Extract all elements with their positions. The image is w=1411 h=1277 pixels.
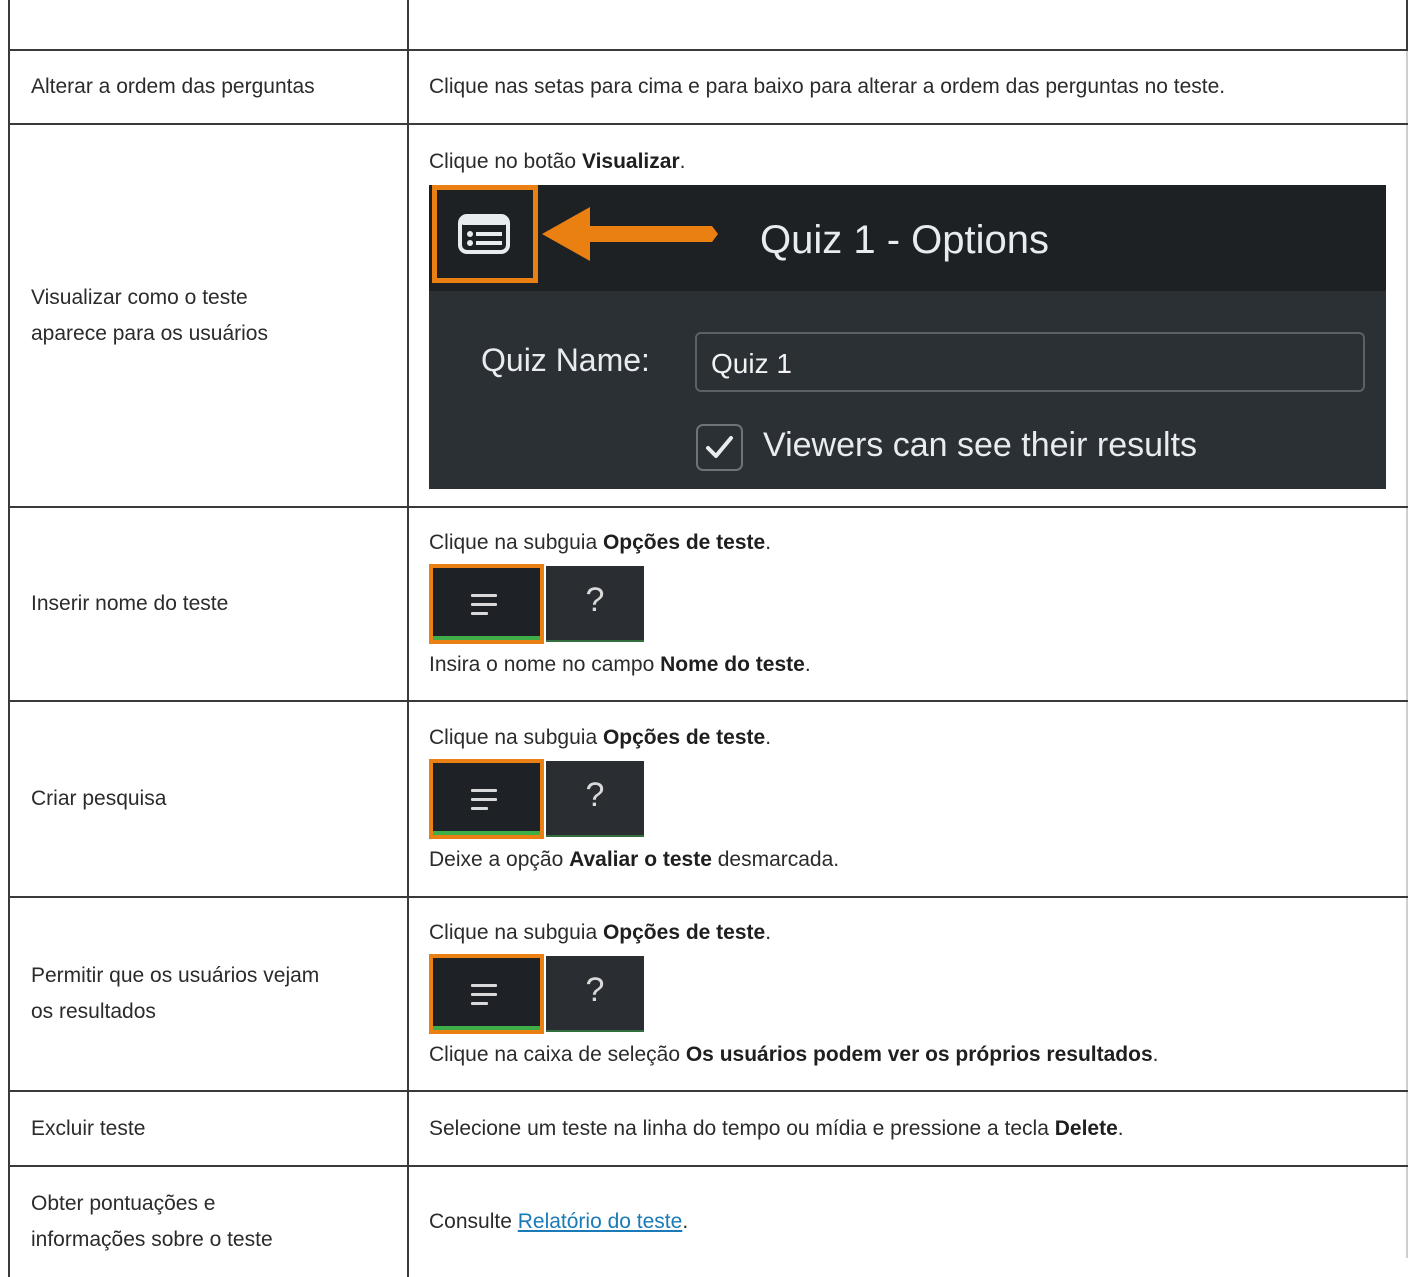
quiz-name-label: Quiz Name: <box>481 342 650 378</box>
quiz-options-subtab <box>429 954 544 1034</box>
menu-lines-icon <box>471 594 497 621</box>
table-border-right <box>1406 0 1408 50</box>
row-2-name: Visualizar como o teste aparece para os … <box>31 285 268 345</box>
row-7-description: Consulte Relatório do teste. <box>429 1210 689 1233</box>
menu-lines-icon <box>471 789 497 816</box>
row-2-description: Clique no botão Visualizar. Quiz 1 - Opt… <box>429 125 1404 506</box>
quiz-options-screenshot: Quiz 1 - Options Quiz Name: Quiz 1 Viewe… <box>429 185 1386 489</box>
table-column-divider <box>407 0 409 1277</box>
quiz-options-subtab-screenshot: ? <box>429 954 644 1034</box>
row-5-description: Clique na subguia Opções de teste. ? Cli… <box>429 921 1159 1066</box>
row-3-name: Inserir nome do teste <box>31 592 229 615</box>
row-5-name: Permitir que os usuários vejam os result… <box>31 964 320 1023</box>
checkmark-icon <box>706 436 733 458</box>
list-view-icon <box>458 214 510 254</box>
menu-lines-icon <box>471 984 497 1011</box>
viewers-results-checkbox <box>696 424 743 471</box>
row-6-description: Selecione um teste na linha do tempo ou … <box>429 1116 1124 1140</box>
table-border-right <box>1406 50 1408 1258</box>
table-border-left <box>8 0 10 1277</box>
row-1-description: Clique nas setas para cima e para baixo … <box>429 75 1226 98</box>
quiz-report-link[interactable]: Relatório do teste <box>518 1210 683 1233</box>
help-question-icon: ? <box>546 761 644 837</box>
row-6-name: Excluir teste <box>31 1116 146 1140</box>
left-arrow-icon <box>542 207 718 261</box>
quiz-options-subtab <box>429 564 544 644</box>
help-question-icon: ? <box>546 566 644 642</box>
row-4-description: Clique na subguia Opções de teste. ? Dei… <box>429 726 840 871</box>
quiz-name-field: Quiz 1 <box>695 332 1365 392</box>
row-3-description: Clique na subguia Opções de teste. ? Ins… <box>429 531 811 676</box>
row-4-name: Criar pesquisa <box>31 787 167 810</box>
row-7-name: Obter pontuações e informações sobre o t… <box>31 1192 273 1251</box>
quiz-options-subtab <box>429 759 544 839</box>
quiz-options-subtab-screenshot: ? <box>429 759 644 839</box>
preview-button-highlight <box>432 185 538 283</box>
row-1-name: Alterar a ordem das perguntas <box>31 75 315 98</box>
viewers-results-label: Viewers can see their results <box>763 426 1198 464</box>
quiz-options-subtab-screenshot: ? <box>429 564 644 644</box>
quiz-options-title: Quiz 1 - Options <box>760 218 1050 262</box>
help-question-icon: ? <box>546 956 644 1032</box>
